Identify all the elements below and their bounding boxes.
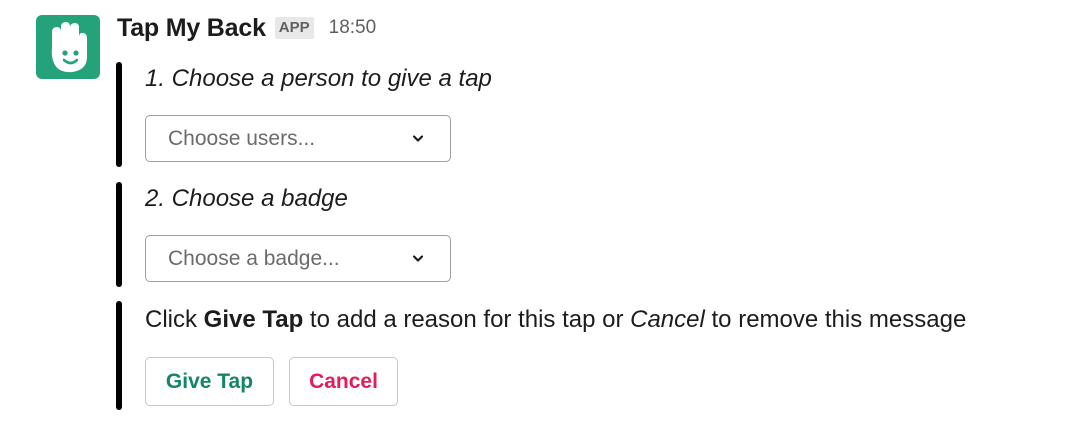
chevron-down-icon [412, 135, 424, 142]
app-avatar[interactable] [36, 15, 100, 79]
instruction-prefix: Click [145, 306, 204, 333]
waving-hand-smiley-icon [51, 22, 87, 73]
attachment-choose-person: 1. Choose a person to give a tap Choose … [116, 62, 492, 167]
attachment-bar [116, 182, 122, 287]
chevron-down-icon [412, 255, 424, 262]
step-title: 2. Choose a badge [145, 185, 348, 212]
attachment-bar [116, 301, 122, 410]
instruction-text: Click Give Tap to add a reason for this … [145, 306, 966, 334]
instruction-give-tap: Give Tap [203, 306, 304, 333]
badge-select[interactable]: Choose a badge... [145, 235, 451, 282]
message-header: Tap My Back APP 18:50 [117, 8, 376, 48]
instruction-middle: to add a reason for this tap or [303, 306, 631, 333]
select-placeholder: Choose a badge... [168, 247, 340, 270]
give-tap-button[interactable]: Give Tap [145, 357, 274, 406]
app-badge: APP [274, 17, 314, 39]
cancel-button[interactable]: Cancel [289, 357, 398, 406]
users-select[interactable]: Choose users... [145, 115, 451, 162]
step-title: 1. Choose a person to give a tap [145, 65, 492, 92]
attachment-choose-badge: 2. Choose a badge Choose a badge... [116, 182, 451, 287]
select-placeholder: Choose users... [168, 127, 316, 150]
app-name[interactable]: Tap My Back [117, 14, 266, 43]
message-timestamp[interactable]: 18:50 [329, 17, 377, 39]
attachment-bar [116, 62, 122, 167]
instruction-cancel: Cancel [630, 306, 705, 333]
attachment-actions: Click Give Tap to add a reason for this … [116, 301, 966, 410]
instruction-suffix: to remove this message [704, 306, 967, 333]
